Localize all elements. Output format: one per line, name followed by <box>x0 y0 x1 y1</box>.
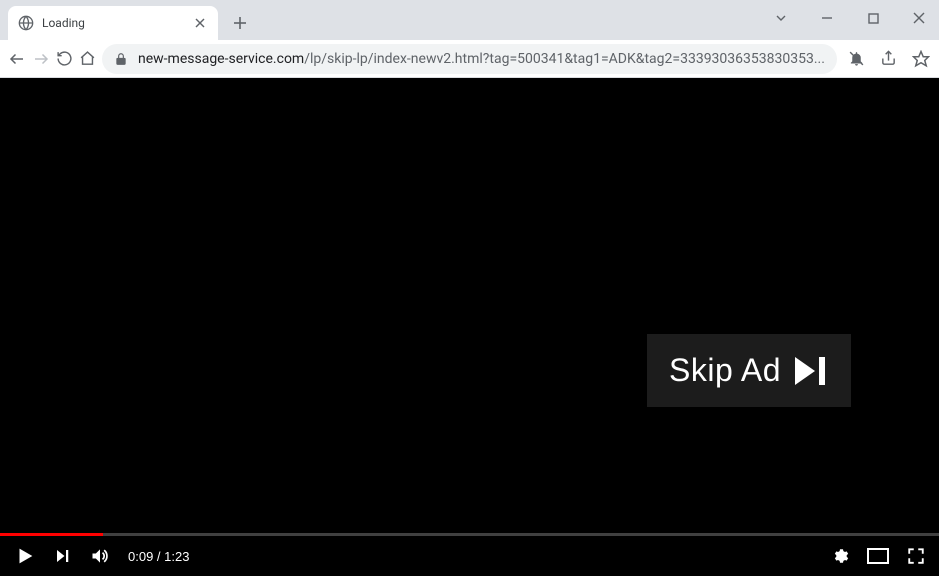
bookmark-star-icon[interactable] <box>907 45 935 73</box>
toolbar-right <box>843 45 939 73</box>
page-viewport: Skip Ad 0:09 / 1:23 <box>0 78 939 576</box>
url-text: new-message-service.com/lp/skip-lp/index… <box>138 51 825 67</box>
window-controls <box>767 8 933 28</box>
tab-strip: Loading <box>0 0 939 40</box>
time-elapsed: 0:09 <box>128 549 153 564</box>
back-button[interactable] <box>8 45 26 73</box>
globe-icon <box>18 15 34 31</box>
forward-button[interactable] <box>32 45 50 73</box>
fullscreen-icon[interactable] <box>907 547 925 565</box>
url-path: /lp/skip-lp/index-newv2.html?tag=500341&… <box>304 51 825 67</box>
new-tab-button[interactable] <box>226 9 254 37</box>
browser-chrome: Loading n <box>0 0 939 78</box>
next-button[interactable] <box>54 547 72 565</box>
minimize-button[interactable] <box>813 8 841 28</box>
notifications-muted-icon[interactable] <box>843 45 871 73</box>
caret-down-icon[interactable] <box>767 8 795 28</box>
close-window-button[interactable] <box>905 8 933 28</box>
browser-toolbar: new-message-service.com/lp/skip-lp/index… <box>0 40 939 78</box>
address-bar[interactable]: new-message-service.com/lp/skip-lp/index… <box>102 44 837 74</box>
home-button[interactable] <box>79 45 96 73</box>
browser-tab[interactable]: Loading <box>8 6 218 40</box>
url-domain: new-message-service.com <box>138 51 304 67</box>
close-tab-button[interactable] <box>192 15 208 31</box>
video-player-controls: 0:09 / 1:23 <box>0 536 939 576</box>
share-icon[interactable] <box>875 45 903 73</box>
tab-title: Loading <box>42 16 192 30</box>
settings-gear-icon[interactable] <box>831 547 849 565</box>
skip-ad-button[interactable]: Skip Ad <box>647 334 851 407</box>
maximize-button[interactable] <box>859 8 887 28</box>
play-button[interactable] <box>14 545 36 567</box>
skip-forward-icon <box>795 357 829 385</box>
skip-ad-label: Skip Ad <box>669 352 781 389</box>
theater-mode-icon[interactable] <box>867 548 889 564</box>
time-total: 1:23 <box>164 549 189 564</box>
reload-button[interactable] <box>56 45 73 73</box>
lock-icon <box>114 52 128 66</box>
time-display: 0:09 / 1:23 <box>128 549 189 564</box>
volume-button[interactable] <box>90 546 110 566</box>
